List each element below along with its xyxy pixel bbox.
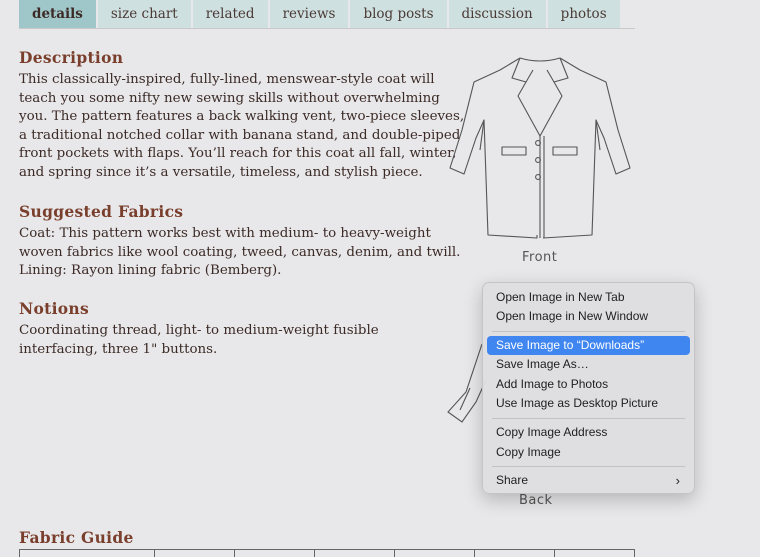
menu-item-open-new-window[interactable]: Open Image in New Window: [487, 307, 690, 326]
menu-item-desktop-picture[interactable]: Use Image as Desktop Picture: [487, 394, 690, 413]
coat-front-illustration[interactable]: [440, 50, 640, 245]
image-context-menu: Open Image in New Tab Open Image in New …: [482, 282, 695, 494]
tab-details[interactable]: details: [19, 0, 96, 29]
notions-text: Coordinating thread, light- to medium-we…: [19, 323, 379, 357]
tab-discussion[interactable]: discussion: [448, 0, 546, 29]
fabrics-text: Coat: This pattern works best with mediu…: [19, 226, 461, 279]
tab-bar: details size chart related reviews blog …: [19, 0, 622, 29]
table-column-divider: [394, 549, 395, 557]
tab-blog-posts[interactable]: blog posts: [350, 0, 447, 29]
table-column-divider: [554, 549, 555, 557]
description-heading: Description: [19, 48, 124, 67]
front-caption: Front: [522, 250, 558, 265]
table-column-divider: [634, 549, 635, 557]
table-column-divider: [234, 549, 235, 557]
menu-item-open-new-tab[interactable]: Open Image in New Tab: [487, 288, 690, 307]
description-text: This classically-inspired, fully-lined, …: [19, 72, 465, 180]
tab-reviews[interactable]: reviews: [269, 0, 349, 29]
menu-item-copy-image[interactable]: Copy Image: [487, 443, 690, 462]
menu-separator: [492, 466, 685, 467]
fabric-guide-heading: Fabric Guide: [19, 528, 134, 547]
tab-divider: [19, 28, 635, 29]
menu-item-save-to-downloads[interactable]: Save Image to “Downloads”: [487, 336, 690, 355]
tab-photos[interactable]: photos: [547, 0, 620, 29]
notions-heading: Notions: [19, 299, 89, 318]
table-column-divider: [314, 549, 315, 557]
fabrics-heading: Suggested Fabrics: [19, 202, 184, 221]
table-column-divider: [19, 549, 20, 557]
menu-item-copy-image-address[interactable]: Copy Image Address: [487, 423, 690, 442]
chevron-right-icon: ›: [675, 473, 680, 488]
tab-size-chart[interactable]: size chart: [97, 0, 191, 29]
menu-item-add-to-photos[interactable]: Add Image to Photos: [487, 375, 690, 394]
menu-separator: [492, 418, 685, 419]
tab-related[interactable]: related: [192, 0, 268, 29]
table-column-divider: [474, 549, 475, 557]
menu-separator: [492, 331, 685, 332]
menu-item-save-image-as[interactable]: Save Image As…: [487, 355, 690, 374]
fabric-guide-table: [19, 549, 635, 550]
table-column-divider: [154, 549, 155, 557]
menu-item-share[interactable]: Share ›: [487, 471, 690, 490]
back-caption: Back: [519, 493, 553, 508]
